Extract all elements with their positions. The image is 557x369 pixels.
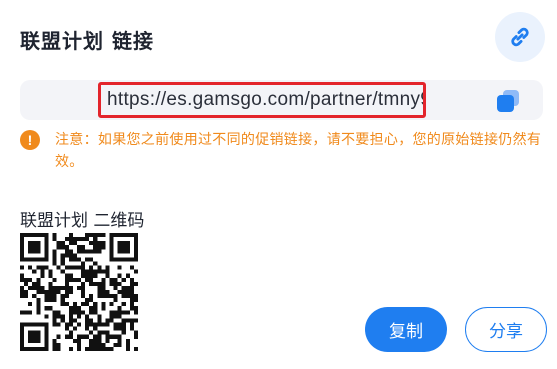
url-text[interactable]: https://es.gamsgo.com/partner/tmny9 [107,89,423,111]
share-button[interactable]: 分享 [465,307,547,352]
copy-icon[interactable] [494,88,522,114]
qr-code [20,233,138,351]
qr-label: 联盟计划 二维码 [20,211,145,231]
link-badge [495,12,545,62]
url-field[interactable]: https://es.gamsgo.com/partner/tmny9 [20,80,543,120]
affiliate-link-card: 联盟计划 链接 https://es.gamsgo.com/partner/tm… [0,0,557,369]
notice: ! 注意：如果您之前使用过不同的促销链接，请不要担心，您的原始链接仍然有效。 [20,129,545,173]
url-highlight-box: https://es.gamsgo.com/partner/tmny9 [98,82,426,118]
notice-text: 注意：如果您之前使用过不同的促销链接，请不要担心，您的原始链接仍然有效。 [55,132,542,170]
copy-button[interactable]: 复制 [365,307,447,352]
page-title: 联盟计划 链接 [20,29,154,53]
warning-icon: ! [20,130,40,150]
link-icon [511,27,529,47]
